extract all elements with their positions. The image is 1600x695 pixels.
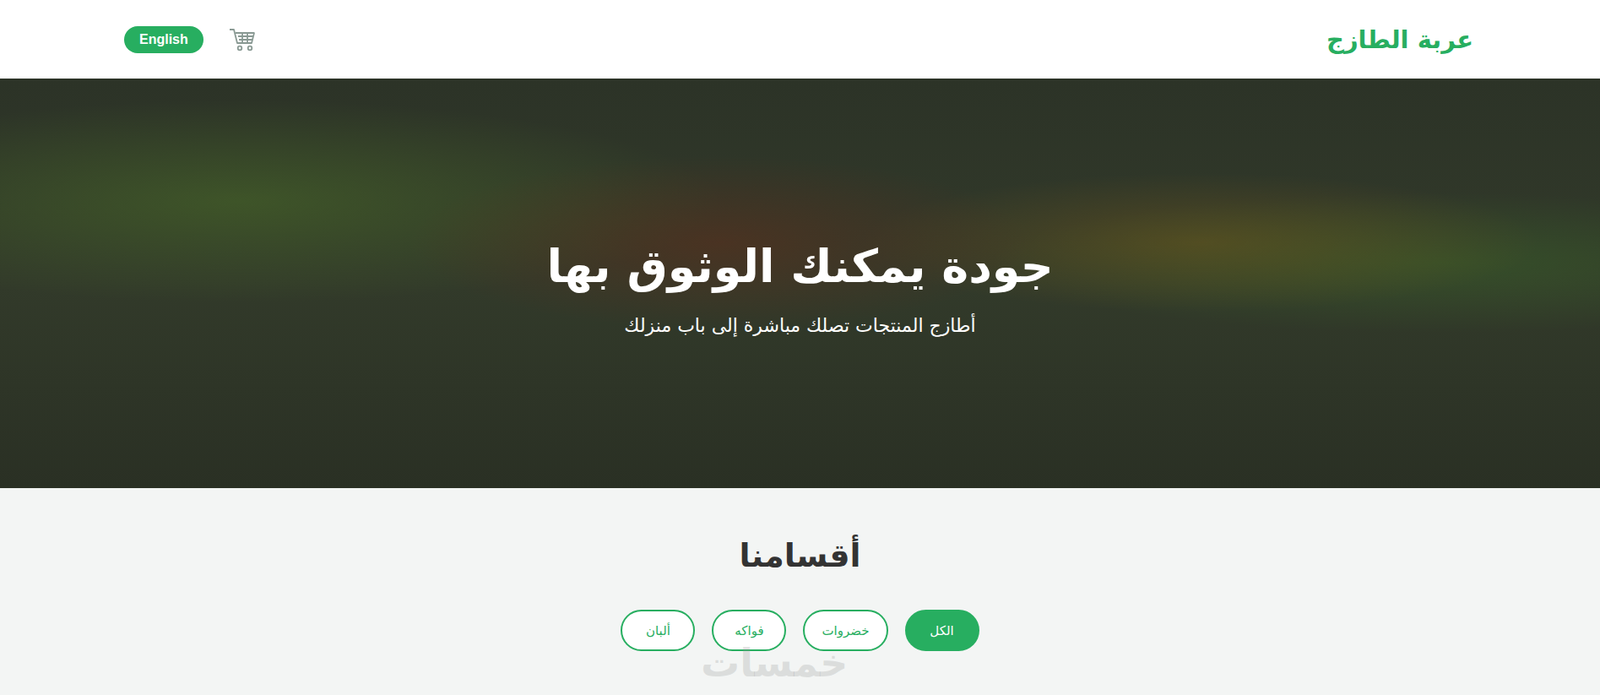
language-button[interactable]: English xyxy=(124,26,204,54)
top-header: عربة الطازج English xyxy=(0,0,1600,79)
filter-button[interactable]: فواكه xyxy=(711,609,787,651)
site-logo[interactable]: عربة الطازج xyxy=(1326,25,1474,55)
hero-title: جودة يمكنك الوثوق بها xyxy=(546,231,1053,293)
section-title: أقسامنا xyxy=(738,536,861,575)
cart-icon xyxy=(228,27,256,53)
filter-button[interactable]: الكل xyxy=(905,609,980,651)
header-actions: English xyxy=(124,26,256,54)
hero-subtitle: أطازج المنتجات تصلك مباشرة إلى باب منزلك xyxy=(623,314,976,337)
categories-section: أقسامنا الكل خضروات فواكه ألبان xyxy=(0,488,1600,668)
category-filters: الكل خضروات فواكه ألبان xyxy=(620,609,979,651)
filter-button[interactable]: ألبان xyxy=(620,609,695,651)
hero-banner: جودة يمكنك الوثوق بها أطازج المنتجات تصلك… xyxy=(0,78,1600,489)
cart-button[interactable] xyxy=(228,27,256,53)
filter-button[interactable]: خضروات xyxy=(802,609,888,651)
watermark: خمسات xyxy=(700,640,848,686)
